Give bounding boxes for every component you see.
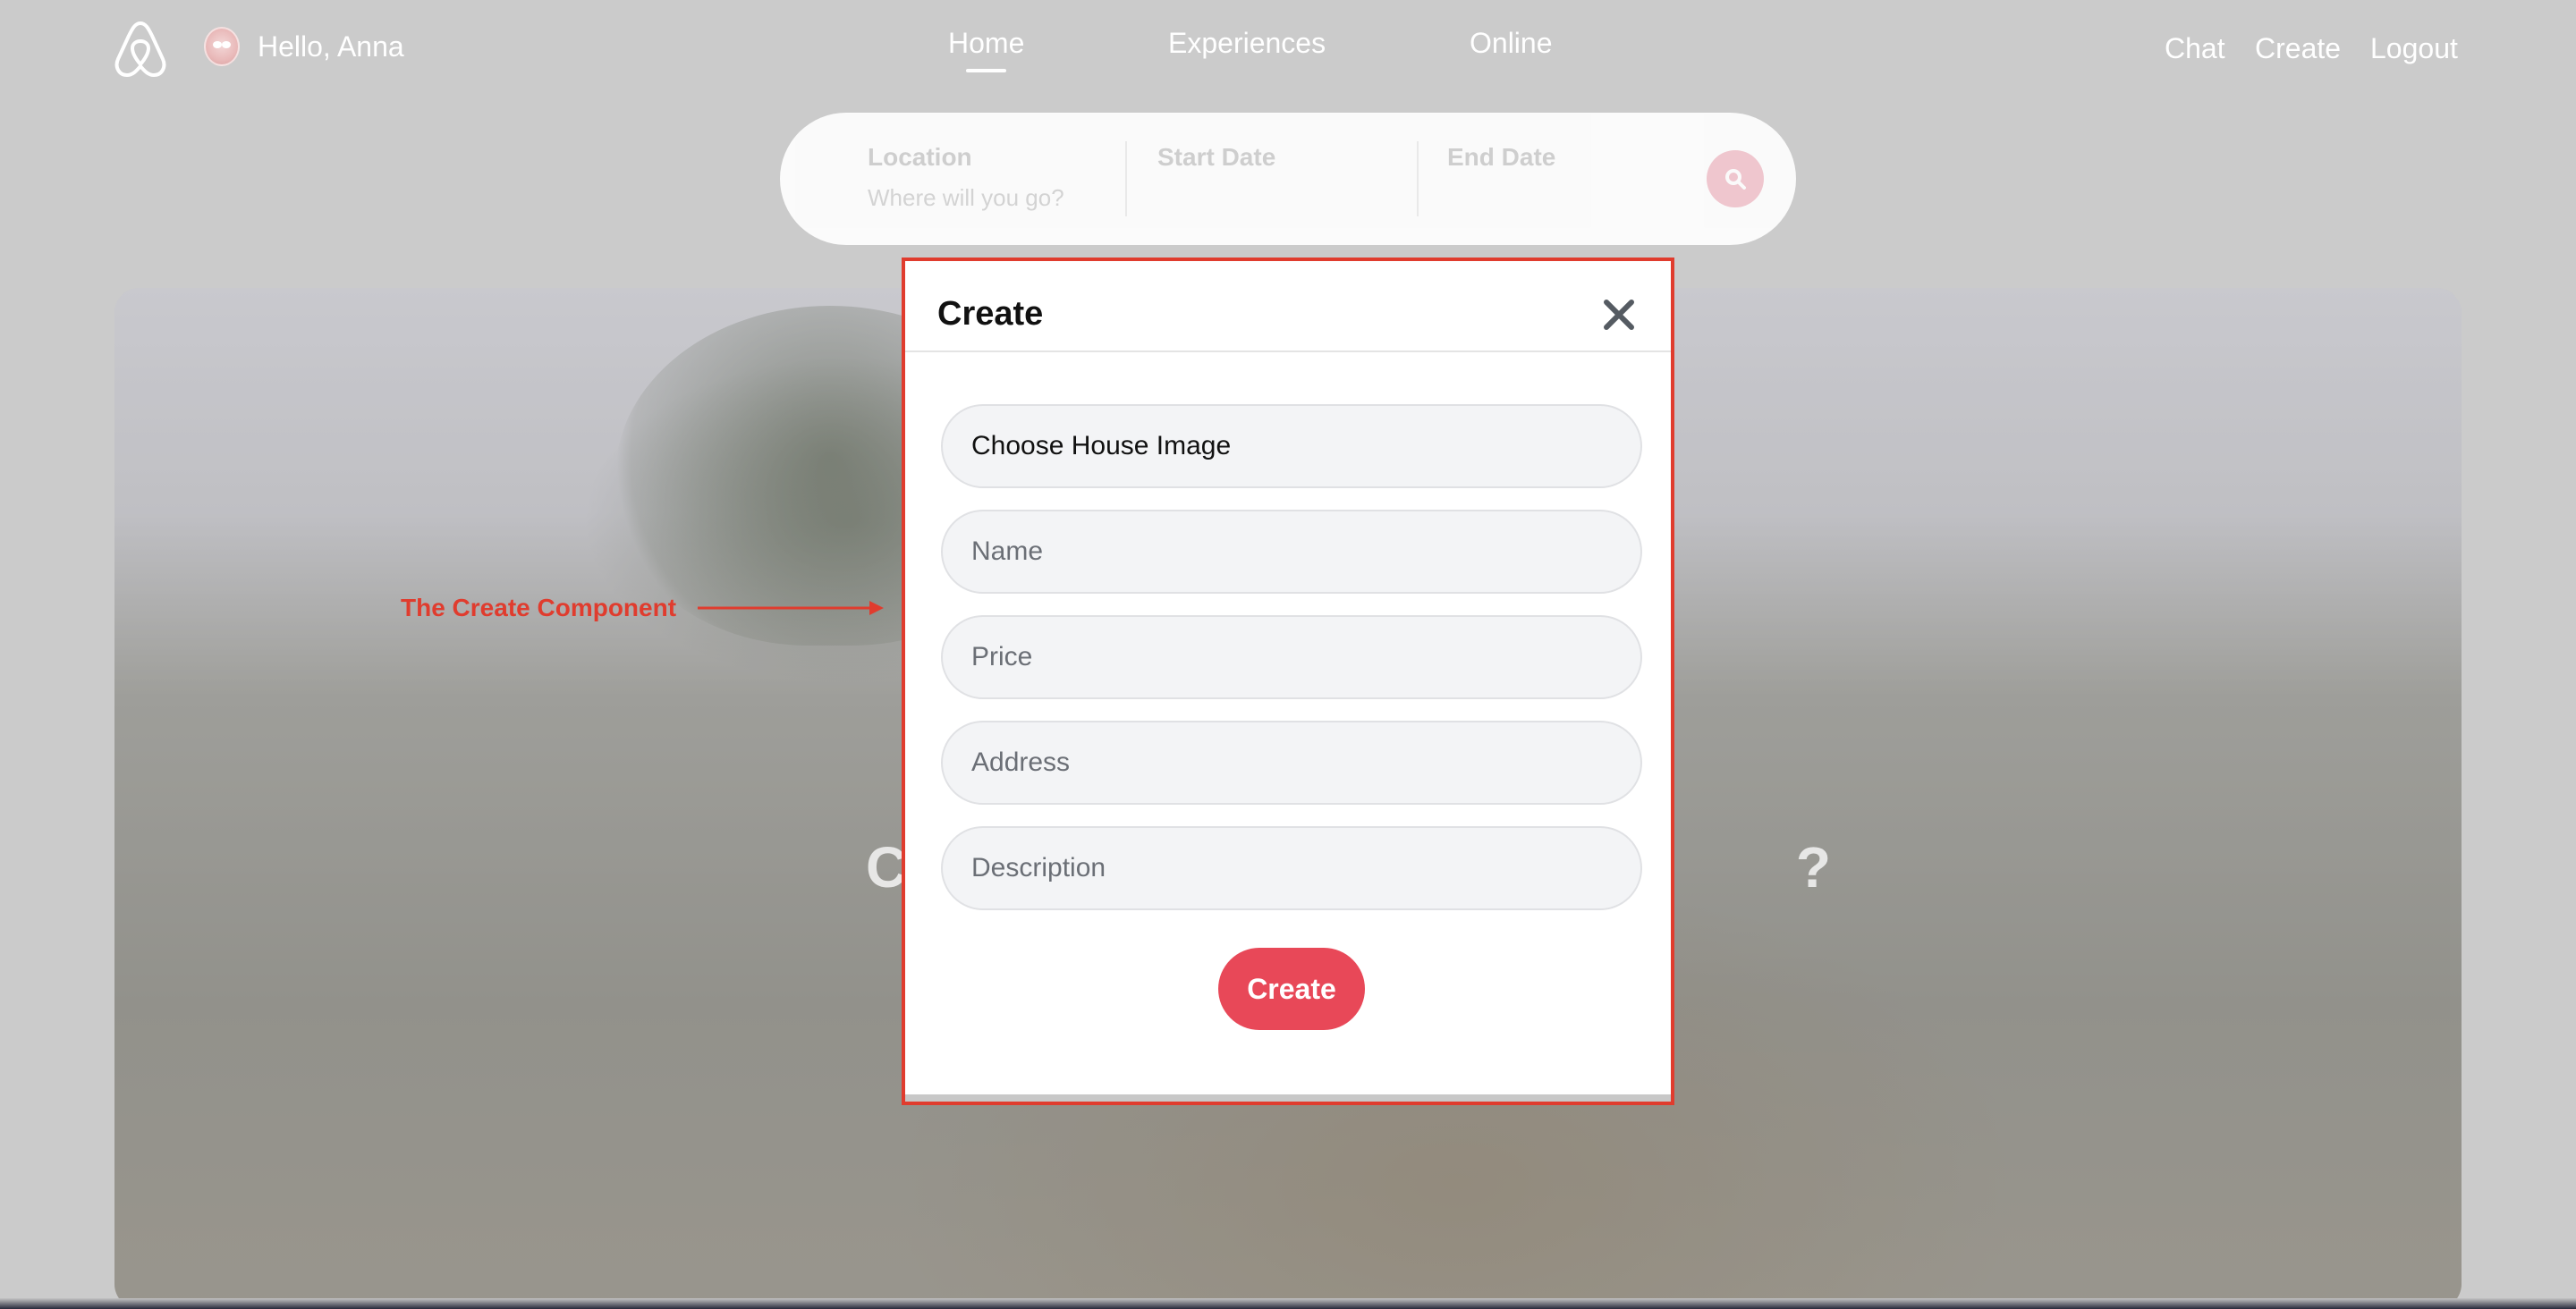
nav-link-logout[interactable]: Logout	[2370, 32, 2458, 65]
search-bar: Location Start Date End Date	[780, 113, 1796, 245]
nav-link-create[interactable]: Create	[2255, 32, 2341, 65]
search-icon	[1725, 169, 1746, 190]
location-input[interactable]	[868, 184, 1082, 212]
location-segment: Location	[868, 143, 1082, 212]
airbnb-logo-icon[interactable]	[111, 18, 170, 80]
nav-link-experiences[interactable]: Experiences	[1168, 27, 1326, 60]
close-icon	[1604, 300, 1634, 330]
house-image-file-input[interactable]: Choose House Image	[941, 404, 1642, 488]
annotation-arrow-icon	[698, 601, 884, 615]
nav-link-home[interactable]: Home	[948, 27, 1024, 72]
modal-bottom-edge	[905, 1094, 1671, 1102]
nav-link-online[interactable]: Online	[1470, 27, 1553, 60]
user-greeting: Hello, Anna	[258, 30, 404, 63]
end-date-label: End Date	[1447, 143, 1556, 171]
user-avatar[interactable]	[204, 27, 240, 66]
close-button[interactable]	[1601, 297, 1637, 333]
nav-link-chat[interactable]: Chat	[2165, 32, 2225, 65]
location-label: Location	[868, 143, 972, 171]
house-image-label: Choose House Image	[971, 431, 1232, 460]
top-navbar: Hello, Anna Home Experiences Online Chat…	[0, 0, 2576, 98]
annotation-label: The Create Component	[401, 594, 677, 621]
modal-title: Create	[937, 295, 1044, 333]
name-input[interactable]	[941, 510, 1642, 594]
create-modal: Create Choose House Image Create	[902, 258, 1674, 1105]
window-bottom-edge	[0, 1298, 2576, 1309]
search-divider	[1417, 141, 1419, 216]
end-date-segment[interactable]: End Date	[1447, 143, 1555, 172]
address-input[interactable]	[941, 721, 1642, 805]
search-button[interactable]	[1707, 150, 1764, 207]
price-input[interactable]	[941, 615, 1642, 699]
search-divider	[1125, 141, 1127, 216]
start-date-segment[interactable]: Start Date	[1157, 143, 1275, 172]
create-submit-button[interactable]: Create	[1218, 948, 1365, 1030]
start-date-label: Start Date	[1157, 143, 1276, 171]
modal-header: Create	[905, 261, 1671, 352]
description-input[interactable]	[941, 826, 1642, 910]
